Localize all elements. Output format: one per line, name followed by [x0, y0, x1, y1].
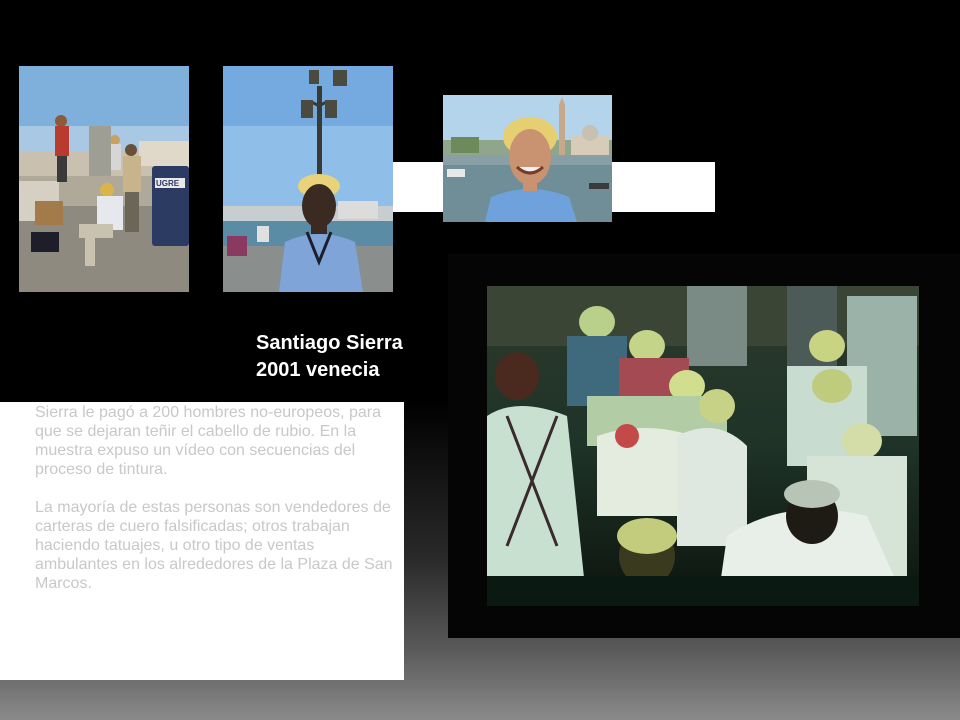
decorative-white-bar-left: [393, 162, 443, 212]
description-paragraph-1: Sierra le pagó a 200 hombres no-europeos…: [35, 404, 381, 478]
trash-bin-sign-text: UGRE: [156, 179, 180, 188]
artwork-title: Santiago Sierra 2001 venecia: [256, 330, 403, 384]
video-still-image: [487, 286, 919, 606]
photo-blond-man-san-giorgio: [443, 95, 612, 222]
video-still-frame: [448, 254, 960, 638]
decorative-white-bar-right: [612, 162, 715, 212]
photo-venice-waterfront-vendors: UGRE: [19, 66, 189, 292]
description-text: Sierra le pagó a 200 hombres no-europeos…: [35, 403, 395, 612]
photo-blond-man-lamppost: [223, 66, 393, 292]
artwork-year-location: 2001 venecia: [256, 359, 380, 381]
artist-name: Santiago Sierra: [256, 332, 403, 354]
description-paragraph-2: La mayoría de estas personas son vendedo…: [35, 499, 393, 592]
